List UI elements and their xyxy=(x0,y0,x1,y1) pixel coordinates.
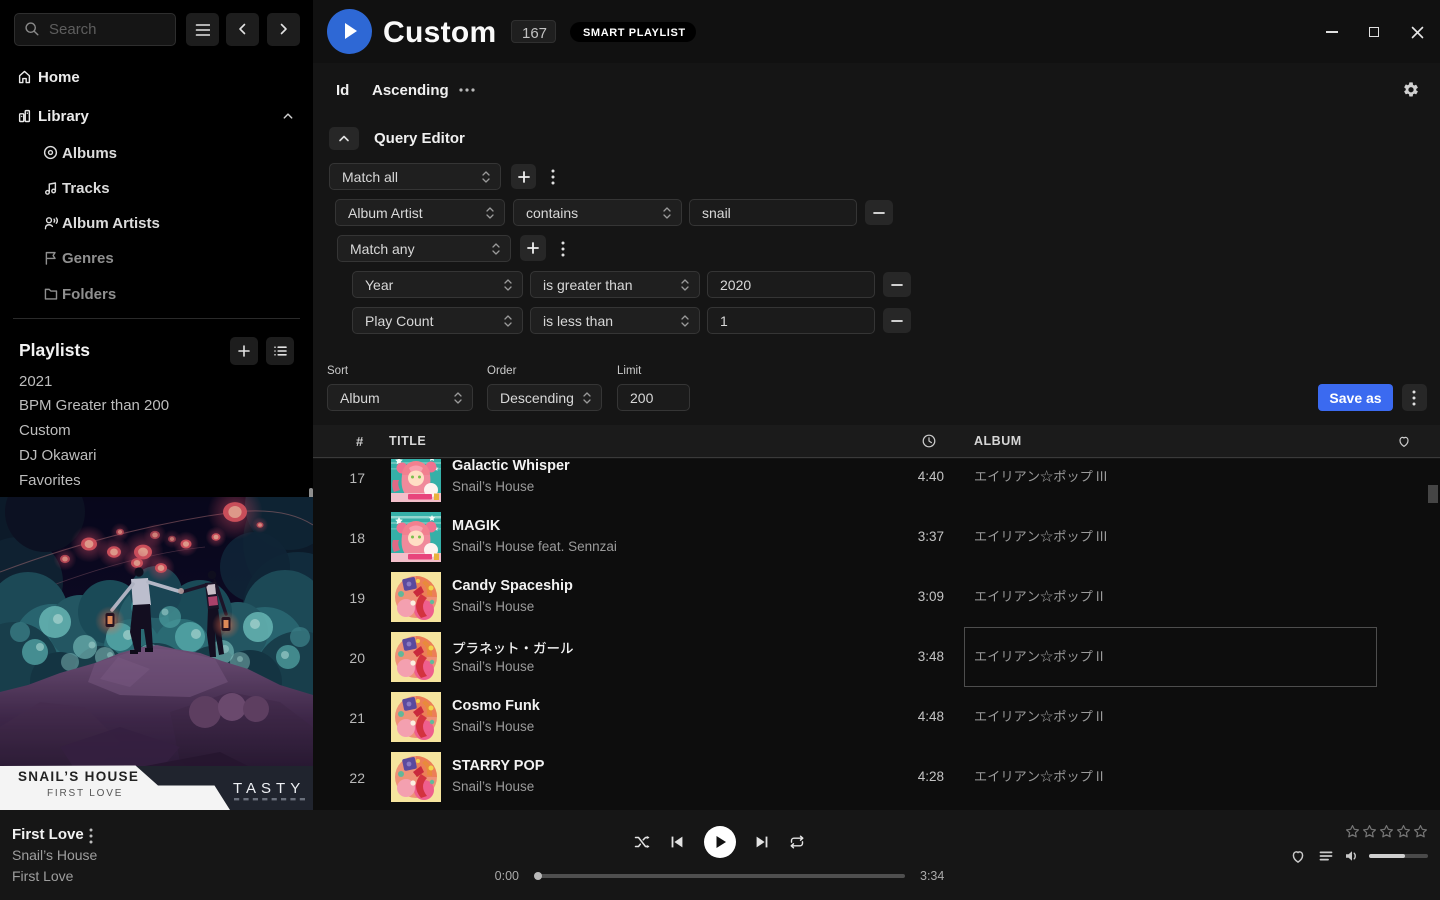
svg-text:SNAIL’S HOUSE: SNAIL’S HOUSE xyxy=(18,769,139,784)
svg-text:FIRST LOVE: FIRST LOVE xyxy=(47,788,123,799)
svg-text:TASTY: TASTY xyxy=(233,780,305,797)
